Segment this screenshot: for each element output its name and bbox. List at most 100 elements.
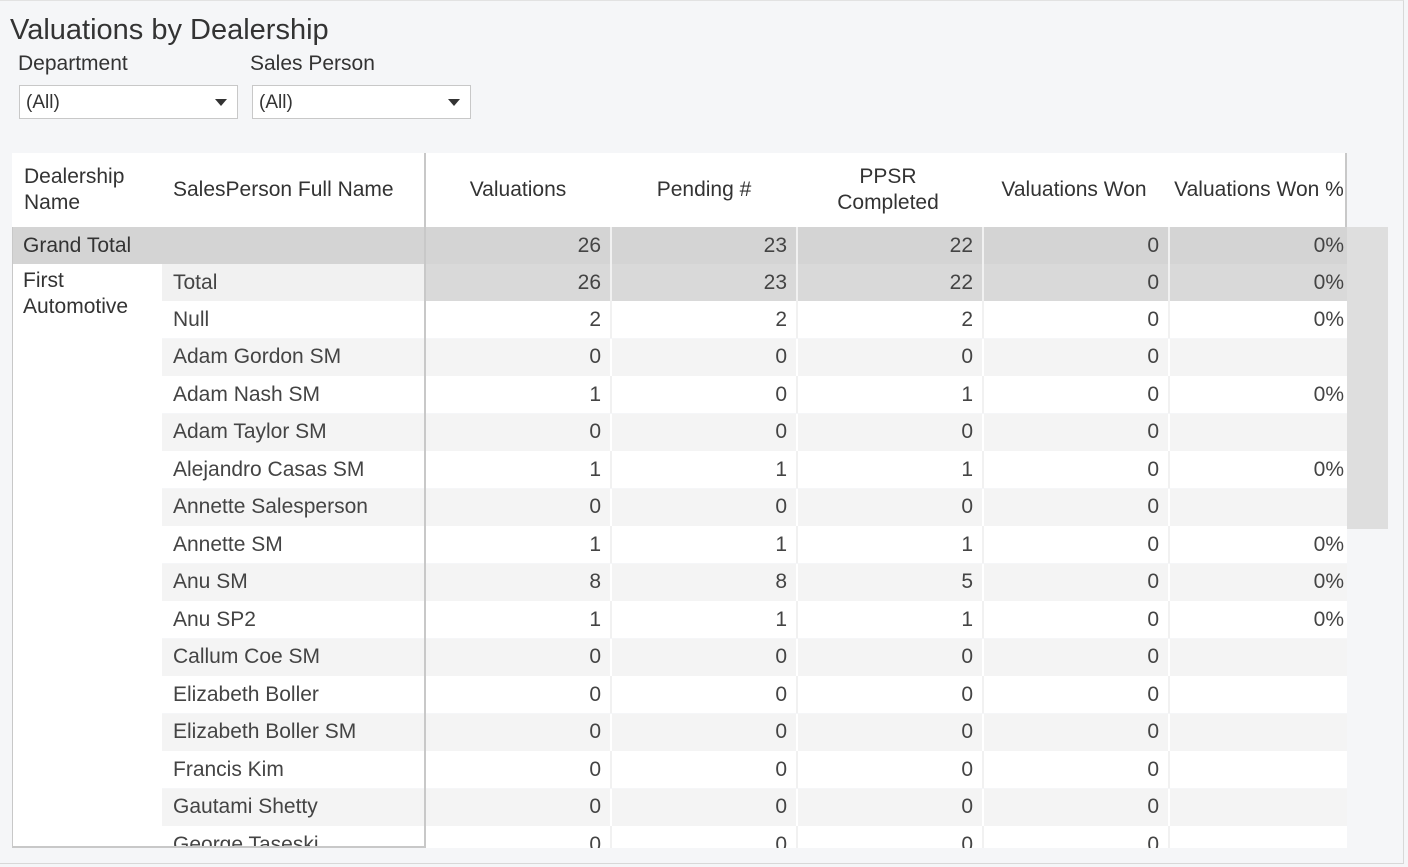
cell-ppsr: 0 (798, 713, 984, 751)
dealership-name: First Automotive (23, 269, 129, 318)
salesperson-name: Adam Gordon SM (173, 345, 342, 368)
cell-won: 0 (984, 338, 1170, 376)
table-row: Adam Gordon SM 0 0 0 0 (162, 338, 1347, 376)
department-filter-label: Department (18, 52, 128, 75)
table-row: Elizabeth Boller SM 0 0 0 0 (162, 713, 1347, 751)
cell-valuations: 1 (426, 376, 612, 413)
cell-pending: 0 (612, 751, 798, 788)
table-row: Anu SP2 1 1 1 0 0% (162, 601, 1347, 638)
cell-won: 0 (984, 488, 1170, 526)
col-header-won-pct[interactable]: Valuations Won % (1174, 153, 1344, 227)
cell-won-pct: 0% (1313, 570, 1344, 593)
table-left-border (12, 227, 13, 848)
cell-pending: 0 (612, 713, 798, 751)
col-header-valuations[interactable]: Valuations (426, 153, 610, 227)
subtotal-label: Total (162, 264, 426, 301)
valuations-table: Dealership Name SalesPerson Full Name Va… (12, 153, 1388, 848)
cell-won-pct (1170, 826, 1347, 848)
cell-pending: 0 (612, 676, 798, 713)
cell-ppsr: 0 (798, 826, 984, 848)
grand-total-ppsr: 22 (798, 227, 984, 264)
cell-won: 0 (984, 526, 1170, 563)
cell-pending: 0 (612, 338, 798, 376)
table-header: Dealership Name SalesPerson Full Name Va… (12, 153, 1347, 227)
cell-valuations: 1 (426, 526, 612, 563)
subtotal-row: Total 26 23 22 0 0% (162, 264, 1347, 301)
table-row: Elizabeth Boller 0 0 0 0 (162, 676, 1347, 713)
cell-won-pct (1170, 714, 1347, 751)
salesperson-name: Adam Nash SM (173, 382, 321, 406)
cell-valuations: 0 (426, 413, 612, 451)
cell-ppsr: 0 (798, 638, 984, 676)
cell-pending: 2 (612, 301, 798, 338)
table-row: George Taseski 0 0 0 0 (162, 826, 1347, 848)
name-column-border (424, 227, 426, 848)
cell-pending: 0 (612, 638, 798, 676)
cell-won: 0 (984, 751, 1170, 788)
grand-total-valuations: 26 (426, 227, 612, 264)
subtotal-won: 0 (984, 264, 1170, 301)
cell-valuations: 0 (426, 488, 612, 526)
cell-valuations: 8 (426, 563, 612, 601)
chevron-down-icon[interactable] (448, 99, 460, 106)
salesperson-name: Gautami Shetty (173, 795, 318, 818)
col-header-dealership[interactable]: Dealership Name (24, 153, 164, 227)
cell-pending: 0 (612, 788, 798, 826)
cell-won: 0 (984, 413, 1170, 451)
salesperson-name: Alejandro Casas SM (173, 457, 365, 481)
salesperson-name: George Taseski (173, 832, 319, 849)
salesperson-name: Francis Kim (173, 757, 284, 781)
cell-ppsr: 1 (798, 526, 984, 563)
col-header-salesperson[interactable]: SalesPerson Full Name (173, 153, 423, 227)
col-header-pending[interactable]: Pending # (612, 153, 796, 227)
cell-won: 0 (984, 563, 1170, 601)
cell-won-pct: 0% (1313, 607, 1344, 631)
cell-won-pct (1170, 789, 1347, 826)
cell-ppsr: 0 (798, 676, 984, 713)
sales-person-select[interactable]: (All) (252, 85, 471, 119)
subtotal-pending: 23 (612, 264, 798, 301)
header-divider-right (1345, 153, 1347, 227)
chevron-down-icon[interactable] (215, 99, 227, 106)
cell-ppsr: 0 (798, 488, 984, 526)
cell-won-pct: 0% (1313, 457, 1344, 481)
table-row: Callum Coe SM 0 0 0 0 (162, 638, 1347, 676)
cell-ppsr: 1 (798, 451, 984, 488)
table-row: Francis Kim 0 0 0 0 (162, 751, 1347, 788)
salesperson-name: Anu SM (173, 570, 248, 593)
cell-won: 0 (984, 788, 1170, 826)
cell-pending: 0 (612, 488, 798, 526)
col-header-won[interactable]: Valuations Won (982, 153, 1166, 227)
cell-won-pct (1170, 414, 1347, 451)
cell-ppsr: 0 (798, 788, 984, 826)
cell-ppsr: 1 (798, 376, 984, 413)
table-row: Alejandro Casas SM 1 1 1 0 0% (162, 451, 1347, 488)
scrollbar-track[interactable] (1347, 227, 1388, 529)
cell-ppsr: 0 (798, 413, 984, 451)
cell-won: 0 (984, 301, 1170, 338)
cell-valuations: 0 (426, 788, 612, 826)
cell-won: 0 (984, 376, 1170, 413)
table-row: Annette Salesperson 0 0 0 0 (162, 488, 1347, 526)
table-row: Anu SM 8 8 5 0 0% (162, 563, 1347, 601)
department-select[interactable]: (All) (19, 85, 238, 119)
cell-won: 0 (984, 638, 1170, 676)
cell-won: 0 (984, 713, 1170, 751)
cell-ppsr: 0 (798, 338, 984, 376)
salesperson-name: Annette SM (173, 532, 283, 556)
cell-ppsr: 1 (798, 601, 984, 638)
salesperson-name: Anu SP2 (173, 607, 256, 631)
col-header-ppsr[interactable]: PPSR Completed (808, 153, 968, 227)
grand-total-won: 0 (984, 227, 1170, 264)
cell-ppsr: 5 (798, 563, 984, 601)
cell-pending: 8 (612, 563, 798, 601)
table-row: Gautami Shetty 0 0 0 0 (162, 788, 1347, 826)
dealership-column: First Automotive (12, 264, 162, 848)
cell-won: 0 (984, 826, 1170, 848)
cell-ppsr: 2 (798, 301, 984, 338)
cell-valuations: 0 (426, 676, 612, 713)
cell-ppsr: 0 (798, 751, 984, 788)
cell-won-pct: 0% (1313, 382, 1344, 406)
cell-won-pct (1170, 639, 1347, 676)
cell-won-pct: 0% (1313, 532, 1344, 556)
